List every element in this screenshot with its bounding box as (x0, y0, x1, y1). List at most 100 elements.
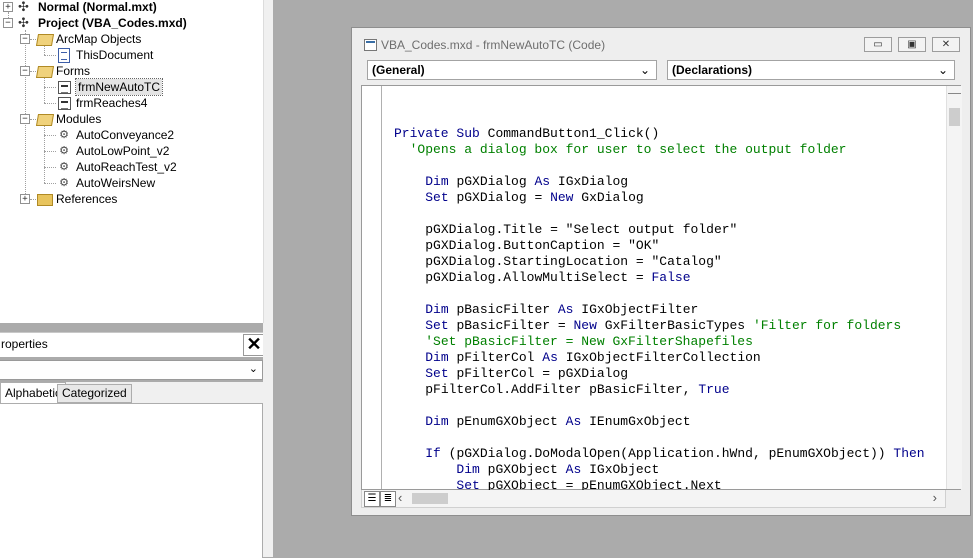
tree-item-frmnewautotc[interactable]: frmNewAutoTC (56, 78, 164, 96)
object-combo[interactable]: (General) ⌄ (367, 60, 657, 80)
code-editor[interactable]: Private Sub CommandButton1_Click() 'Open… (361, 85, 962, 493)
tree-item-project[interactable]: ✣ Project (VBA_Codes.mxd) (18, 15, 187, 31)
horizontal-scrollbar[interactable]: ☰ ≣ ‹ › (361, 490, 946, 508)
tree-line (44, 78, 45, 103)
code-line: 'Opens a dialog box for user to select t… (409, 142, 847, 157)
minimize-button[interactable]: ▭ (864, 37, 892, 52)
tree-item-autoweirsnew[interactable]: ⚙ AutoWeirsNew (56, 175, 155, 191)
project-icon: ✣ (18, 0, 29, 14)
tree-item-label: Modules (56, 112, 102, 126)
code-window-icon (364, 39, 377, 51)
tree-item-autoreachtest-v2[interactable]: ⚙ AutoReachTest_v2 (56, 159, 177, 175)
module-icon: ⚙ (59, 145, 69, 157)
scroll-up-button[interactable] (948, 86, 961, 94)
tree-item-arcmap-objects[interactable]: ArcMap Objects (35, 31, 142, 47)
tree-item-label: Project (VBA_Codes.mxd) (38, 16, 187, 30)
code-window-titlebar[interactable]: VBA_Codes.mxd - frmNewAutoTC (Code) ▭ ▣ … (352, 28, 970, 56)
properties-grid[interactable] (0, 403, 262, 558)
project-explorer: + − − − − + ✣ Normal (Normal.mxt) ✣ Proj… (0, 0, 263, 323)
code-line: pFilterCol.AddFilter pBasicFilter, True (425, 382, 730, 397)
close-button[interactable]: ✕ (932, 37, 960, 52)
expand-toggle[interactable]: + (20, 194, 30, 204)
tree-item-label: AutoLowPoint_v2 (76, 144, 170, 158)
folder-open-icon (35, 112, 55, 126)
tree-item-modules[interactable]: Modules (35, 111, 102, 127)
code-line: pGXDialog.StartingLocation = "Catalog" (425, 254, 722, 269)
tree-item-label: frmReaches4 (76, 96, 148, 110)
properties-tabs: Alphabetic Categorized (0, 382, 263, 404)
full-module-view-icon[interactable]: ≣ (380, 491, 396, 507)
tree-item-label: References (56, 192, 118, 206)
margin-indicator-bar[interactable] (362, 86, 382, 489)
folder-open-icon (35, 64, 55, 78)
tree-item-label: ArcMap Objects (56, 32, 142, 46)
code-text[interactable]: Private Sub CommandButton1_Click() 'Open… (394, 110, 925, 494)
procedure-combo[interactable]: (Declarations) ⌄ (667, 60, 955, 80)
tree-item-label: ThisDocument (76, 48, 154, 62)
tree-item-references[interactable]: References (36, 191, 117, 207)
tree-item-label: AutoReachTest_v2 (76, 160, 177, 174)
tree-item-label: Normal (Normal.mxt) (38, 0, 157, 14)
folder-open-icon (35, 32, 55, 46)
code-line: pGXDialog.ButtonCaption = "OK" (425, 238, 660, 253)
tree-line (44, 103, 56, 104)
chevron-down-icon[interactable]: ⌄ (249, 362, 258, 375)
properties-titlebar: roperties (0, 332, 263, 357)
tree-item-autoconveyance2[interactable]: ⚙ AutoConveyance2 (56, 127, 174, 143)
collapse-toggle[interactable]: − (3, 18, 13, 28)
restore-button[interactable]: ▣ (898, 37, 926, 52)
tree-line (44, 55, 56, 56)
code-line: Set pGXDialog = New GxDialog (425, 190, 644, 205)
tree-item-frmreaches4[interactable]: frmReaches4 (56, 95, 147, 111)
tree-item-normal[interactable]: ✣ Normal (Normal.mxt) (18, 0, 157, 15)
tree-item-autolowpoint-v2[interactable]: ⚙ AutoLowPoint_v2 (56, 143, 169, 159)
code-line: pGXDialog.Title = "Select output folder" (425, 222, 738, 237)
tab-categorized[interactable]: Categorized (57, 384, 132, 403)
tree-item-label: frmNewAutoTC (74, 78, 164, 96)
scroll-thumb[interactable] (949, 108, 960, 126)
vertical-scrollbar[interactable] (946, 86, 962, 489)
procedure-combo-value: (Declarations) (672, 63, 753, 77)
collapse-toggle[interactable]: − (20, 66, 30, 76)
chevron-down-icon[interactable]: ⌄ (938, 61, 948, 79)
collapse-toggle[interactable]: − (20, 114, 30, 124)
horizontal-scroll-thumb[interactable] (412, 493, 448, 504)
code-line: Dim pFilterCol As IGxObjectFilterCollect… (425, 350, 761, 365)
tree-line (44, 167, 56, 168)
form-icon (56, 80, 72, 94)
expand-toggle[interactable]: + (3, 2, 13, 12)
tree-item-label: AutoWeirsNew (76, 176, 156, 190)
code-window-title: VBA_Codes.mxd - frmNewAutoTC (Code) (381, 38, 606, 52)
code-line: Dim pGXDialog As IGxDialog (425, 174, 629, 189)
scroll-left-icon[interactable]: ‹ (398, 490, 402, 505)
tree-line (44, 87, 56, 88)
properties-object-combo[interactable]: ⌄ (0, 360, 263, 380)
close-icon[interactable]: ✕ (243, 334, 265, 356)
project-icon: ✣ (18, 15, 29, 30)
tree-item-forms[interactable]: Forms (35, 63, 90, 79)
tree-line (44, 183, 56, 184)
document-icon (56, 48, 72, 63)
code-line: Set pFilterCol = pGXDialog (425, 366, 629, 381)
object-combo-value: (General) (372, 63, 425, 77)
tree-line (44, 135, 56, 136)
code-line: 'Set pBasicFilter = New GxFilterShapefil… (425, 334, 753, 349)
code-line: If (pGXDialog.DoModalOpen(Application.hW… (425, 446, 925, 461)
procedure-view-icon[interactable]: ☰ (364, 491, 380, 507)
collapse-toggle[interactable]: − (20, 34, 30, 44)
tree-item-thisdocument[interactable]: ThisDocument (56, 47, 153, 63)
tree-line (44, 46, 45, 55)
chevron-down-icon[interactable]: ⌄ (640, 61, 650, 79)
code-line: Private Sub CommandButton1_Click() (394, 126, 660, 141)
code-window: VBA_Codes.mxd - frmNewAutoTC (Code) ▭ ▣ … (351, 27, 971, 516)
code-line: Dim pBasicFilter As IGxObjectFilter (425, 302, 699, 317)
pane-divider[interactable] (271, 0, 273, 557)
form-icon (56, 96, 72, 110)
module-icon: ⚙ (59, 177, 69, 189)
scroll-right-icon[interactable]: › (933, 490, 937, 505)
